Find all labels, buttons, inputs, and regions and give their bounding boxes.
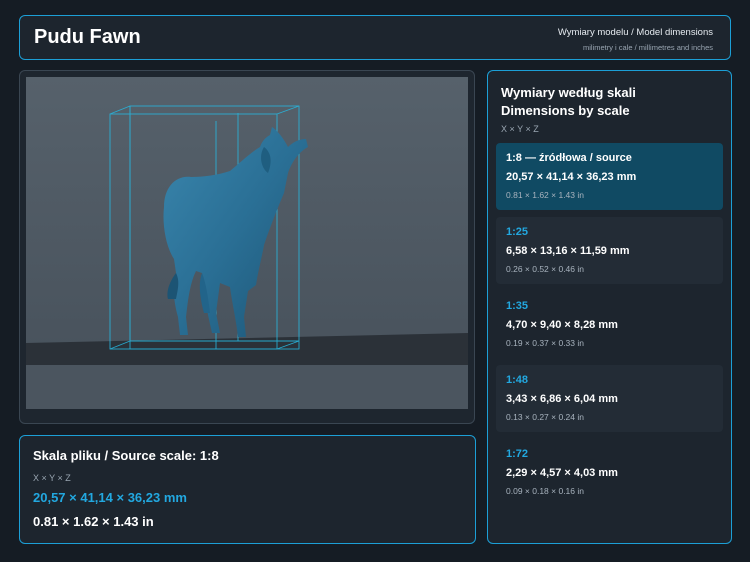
scales-panel: Wymiary według skali Dimensions by scale… (487, 70, 732, 544)
source-axes-label: X × Y × Z (33, 473, 71, 483)
scales-title-pl: Wymiary według skali (501, 85, 636, 100)
header-panel: Pudu Fawn Wymiary modelu / Model dimensi… (19, 15, 731, 60)
header-subtitle: Wymiary modelu / Model dimensions (557, 27, 713, 38)
scale-label: 1:35 (506, 300, 529, 312)
scale-dimensions-in: 0.09 × 0.18 × 0.16 in (506, 486, 584, 496)
source-dimensions-mm: 20,57 × 41,14 × 36,23 mm (33, 490, 187, 505)
scale-card-1-35[interactable]: 1:35 4,70 × 9,40 × 8,28 mm 0.19 × 0.37 ×… (496, 291, 723, 358)
page-title: Pudu Fawn (34, 26, 141, 48)
scales-title: Wymiary według skali Dimensions by scale (501, 84, 721, 119)
source-scale-title: Skala pliku / Source scale: 1:8 (33, 448, 219, 463)
model-viewer[interactable] (19, 70, 475, 424)
scale-label: 1:72 (506, 448, 529, 460)
scales-axes-label: X × Y × Z (501, 124, 539, 134)
scale-dimensions-mm: 20,57 × 41,14 × 36,23 mm (506, 171, 637, 183)
viewport-ground (26, 365, 468, 409)
viewport-canvas (26, 77, 468, 409)
scale-dimensions-in: 0.26 × 0.52 × 0.46 in (506, 264, 584, 274)
header-units-note: milimetry i cale / millimetres and inche… (582, 43, 713, 52)
scales-title-en: Dimensions by scale (501, 102, 630, 118)
source-scale-panel: Skala pliku / Source scale: 1:8 X × Y × … (19, 435, 476, 544)
scale-card-1-72[interactable]: 1:72 2,29 × 4,57 × 4,03 mm 0.09 × 0.18 ×… (496, 439, 723, 506)
scale-dimensions-in: 0.13 × 0.27 × 0.24 in (506, 412, 584, 422)
scale-dimensions-in: 0.19 × 0.37 × 0.33 in (506, 338, 584, 348)
scale-card-1-8[interactable]: 1:8 — źródłowa / source 20,57 × 41,14 × … (496, 143, 723, 210)
scale-dimensions-mm: 2,29 × 4,57 × 4,03 mm (506, 467, 618, 479)
scale-dimensions-mm: 3,43 × 6,86 × 6,04 mm (506, 393, 618, 405)
scale-dimensions-mm: 6,58 × 13,16 × 11,59 mm (506, 245, 630, 257)
scale-dimensions-in: 0.81 × 1.62 × 1.43 in (506, 190, 584, 200)
scale-label: 1:48 (506, 374, 529, 386)
scale-label: 1:8 — źródłowa / source (506, 152, 632, 164)
scale-card-1-48[interactable]: 1:48 3,43 × 6,86 × 6,04 mm 0.13 × 0.27 ×… (496, 365, 723, 432)
source-dimensions-in: 0.81 × 1.62 × 1.43 in (33, 514, 154, 529)
scale-label: 1:25 (506, 226, 529, 238)
scale-dimensions-mm: 4,70 × 9,40 × 8,28 mm (506, 319, 618, 331)
scale-card-1-25[interactable]: 1:25 6,58 × 13,16 × 11,59 mm 0.26 × 0.52… (496, 217, 723, 284)
